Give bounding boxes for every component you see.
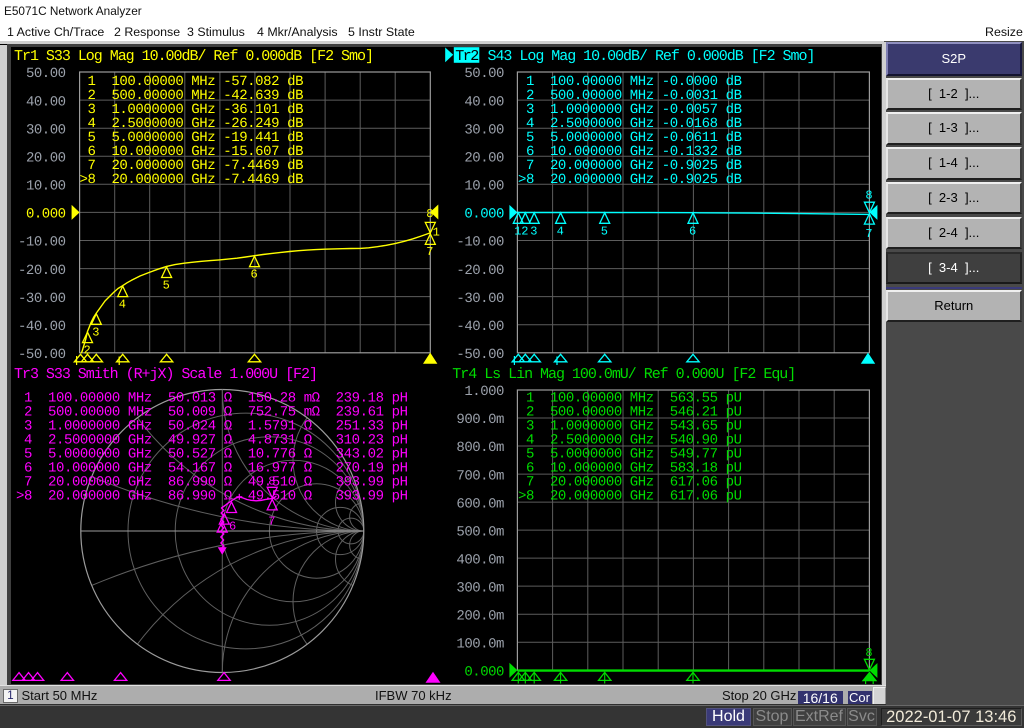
svg-text:>8 20.000000 GHz 86.990 Ω 4: >8 20.000000 GHz 86.990 Ω 49.510 Ω 393.9… [16, 489, 408, 505]
svg-text:20.00: 20.00 [26, 150, 66, 166]
svg-text:900.0m: 900.0m [456, 412, 504, 428]
svg-text:30.00: 30.00 [464, 122, 504, 138]
svg-text:10.00: 10.00 [26, 179, 66, 195]
svg-text:20.00: 20.00 [464, 150, 504, 166]
svg-text:0.000: 0.000 [26, 207, 66, 223]
svg-text:-20.00: -20.00 [456, 263, 504, 279]
svg-text:4: 4 [557, 225, 564, 239]
svg-text:1.000: 1.000 [464, 384, 504, 400]
svg-text:-50.00: -50.00 [18, 347, 66, 363]
svg-text:-10.00: -10.00 [18, 235, 66, 251]
svg-text:7: 7 [865, 227, 872, 241]
svg-text:-50.00: -50.00 [456, 347, 504, 363]
svg-text:-30.00: -30.00 [456, 291, 504, 307]
svg-text:Tr3 S33 Smith (R+jX) Scale 1.0: Tr3 S33 Smith (R+jX) Scale 1.000U [F2] [14, 366, 318, 383]
svg-text:600.0m: 600.0m [456, 496, 504, 512]
svg-text:1: 1 [433, 226, 440, 240]
svg-text:40.00: 40.00 [26, 94, 66, 110]
svg-text:50.00: 50.00 [464, 66, 504, 82]
svg-text:40.00: 40.00 [464, 94, 504, 110]
svg-text:7: 7 [268, 515, 275, 529]
svg-text:50.00: 50.00 [26, 66, 66, 82]
svg-text:7: 7 [426, 245, 433, 259]
svg-text:100.0m: 100.0m [456, 636, 504, 652]
svg-text:>8 20.000000 GHz -7.4469 dB: >8 20.000000 GHz -7.4469 dB [80, 172, 304, 188]
svg-text:4: 4 [119, 298, 126, 312]
svg-text:Tr4 Ls Lin Mag 100.0mU/ Ref 0.: Tr4 Ls Lin Mag 100.0mU/ Ref 0.000U [F2 E… [452, 366, 796, 383]
svg-text:8: 8 [426, 207, 433, 221]
svg-text:3: 3 [92, 325, 99, 339]
svg-text:0.000: 0.000 [464, 664, 504, 680]
svg-text:-40.00: -40.00 [18, 319, 66, 335]
svg-text:-30.00: -30.00 [18, 291, 66, 307]
svg-text:8: 8 [865, 188, 872, 202]
svg-text:6: 6 [689, 225, 696, 239]
svg-text:200.0m: 200.0m [456, 608, 504, 624]
svg-text:500.0m: 500.0m [456, 524, 504, 540]
svg-text:-10.00: -10.00 [456, 235, 504, 251]
svg-text:800.0m: 800.0m [456, 440, 504, 456]
svg-text:5: 5 [601, 225, 608, 239]
svg-text:5: 5 [163, 279, 170, 293]
svg-text:>8 20.000000 GHz -0.9025 dB: >8 20.000000 GHz -0.9025 dB [518, 172, 742, 188]
svg-text:Tr1 S33 Log Mag 10.00dB/ Ref 0: Tr1 S33 Log Mag 10.00dB/ Ref 0.000dB [F2… [14, 48, 374, 65]
svg-text:10.00: 10.00 [464, 179, 504, 195]
svg-text:S43 Log Mag 10.00dB/ Ref 0.000: S43 Log Mag 10.00dB/ Ref 0.000dB [F2 Smo… [480, 48, 816, 65]
svg-text:3: 3 [530, 225, 537, 239]
svg-text:-20.00: -20.00 [18, 263, 66, 279]
svg-text:0.000: 0.000 [464, 207, 504, 223]
svg-text:6: 6 [229, 520, 236, 534]
svg-text:700.0m: 700.0m [456, 468, 504, 484]
svg-text:8: 8 [865, 646, 872, 660]
svg-text:2: 2 [521, 225, 528, 239]
svg-text:300.0m: 300.0m [456, 580, 504, 596]
svg-text:6: 6 [251, 268, 258, 282]
svg-text:>8 20.000000 GHz 617.06 pU: >8 20.000000 GHz 617.06 pU [518, 489, 742, 505]
svg-text:400.0m: 400.0m [456, 552, 504, 568]
svg-text:Tr2: Tr2 [455, 48, 479, 65]
svg-text:30.00: 30.00 [26, 122, 66, 138]
svg-text:8: 8 [268, 474, 275, 488]
svg-text:-40.00: -40.00 [456, 319, 504, 335]
